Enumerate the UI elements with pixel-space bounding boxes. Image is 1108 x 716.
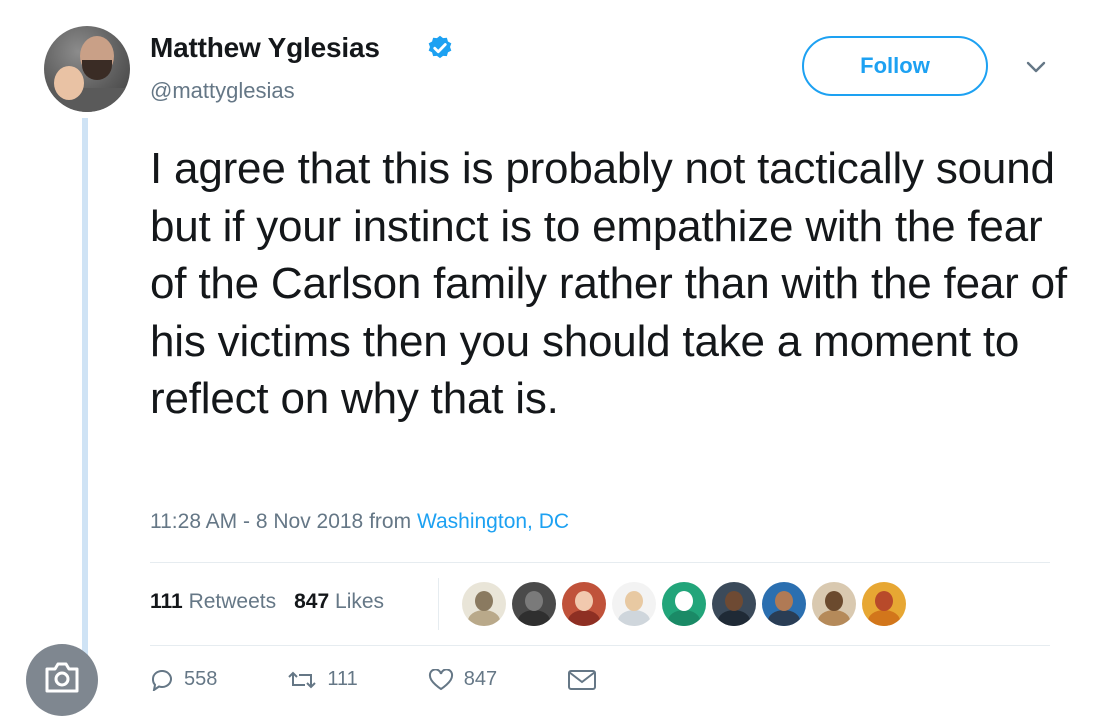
liker-avatar[interactable] [762,582,806,626]
image-search-overlay[interactable] [26,644,98,716]
likes-count: 847 [294,590,330,613]
likes-stat[interactable]: 847 Likes [294,590,384,614]
divider [150,645,1050,646]
tweet-meta: 11:28 AM - 8 Nov 2018 from Washington, D… [150,510,569,534]
liker-avatar[interactable] [562,582,606,626]
avatar-beard [82,60,112,80]
liker-avatar-head [775,591,793,611]
liker-avatar-body [618,610,650,626]
verified-badge-icon [428,35,452,59]
liker-avatar[interactable] [812,582,856,626]
author-handle[interactable]: @mattyglesias [150,78,295,104]
liker-avatar-body [768,610,800,626]
liker-avatar-body [518,610,550,626]
retweets-stat[interactable]: 111 Retweets [150,590,276,614]
heart-icon [428,668,453,690]
liker-avatar-head [825,591,843,611]
retweet-icon [288,671,317,688]
liker-avatar-body [868,610,900,626]
avatar[interactable] [44,26,130,112]
liker-avatar-body [668,610,700,626]
liker-avatar[interactable] [862,582,906,626]
tweet-stats: 111 Retweets 847 Likes [150,590,384,614]
tweet-location-link[interactable]: Washington, DC [417,510,569,533]
liker-avatar-head [575,591,593,611]
chevron-down-icon[interactable] [1026,60,1046,74]
liker-avatar-head [875,591,893,611]
divider [150,562,1050,563]
liker-avatar-body [468,610,500,626]
liker-avatar-head [475,591,493,611]
avatar-child-face [54,66,84,100]
likers-avatars [462,582,906,626]
liker-avatar[interactable] [662,582,706,626]
tweet-timestamp[interactable]: 11:28 AM - 8 Nov 2018 [150,510,363,533]
retweets-count: 111 [150,590,183,613]
thread-connector-line [82,118,88,688]
liker-avatar-body [568,610,600,626]
liker-avatar-head [625,591,643,611]
follow-button[interactable]: Follow [802,36,988,96]
liker-avatar-head [525,591,543,611]
liker-avatar-body [818,610,850,626]
retweets-label: Retweets [188,590,277,613]
liker-avatar[interactable] [612,582,656,626]
liker-avatar-head [675,591,693,611]
camera-icon [45,662,79,693]
reply-icon [151,669,172,691]
tweet-text: I agree that this is probably not tactic… [150,144,1067,423]
envelope-icon [568,669,597,690]
liker-avatar[interactable] [512,582,556,626]
liker-avatar-head [725,591,743,611]
stats-separator [438,578,439,630]
liker-avatar-body [718,610,750,626]
likes-label: Likes [335,590,385,613]
liker-avatar[interactable] [712,582,756,626]
author-name[interactable]: Matthew Yglesias [150,32,380,64]
tweet-from-label: from [369,510,412,533]
liker-avatar[interactable] [462,582,506,626]
